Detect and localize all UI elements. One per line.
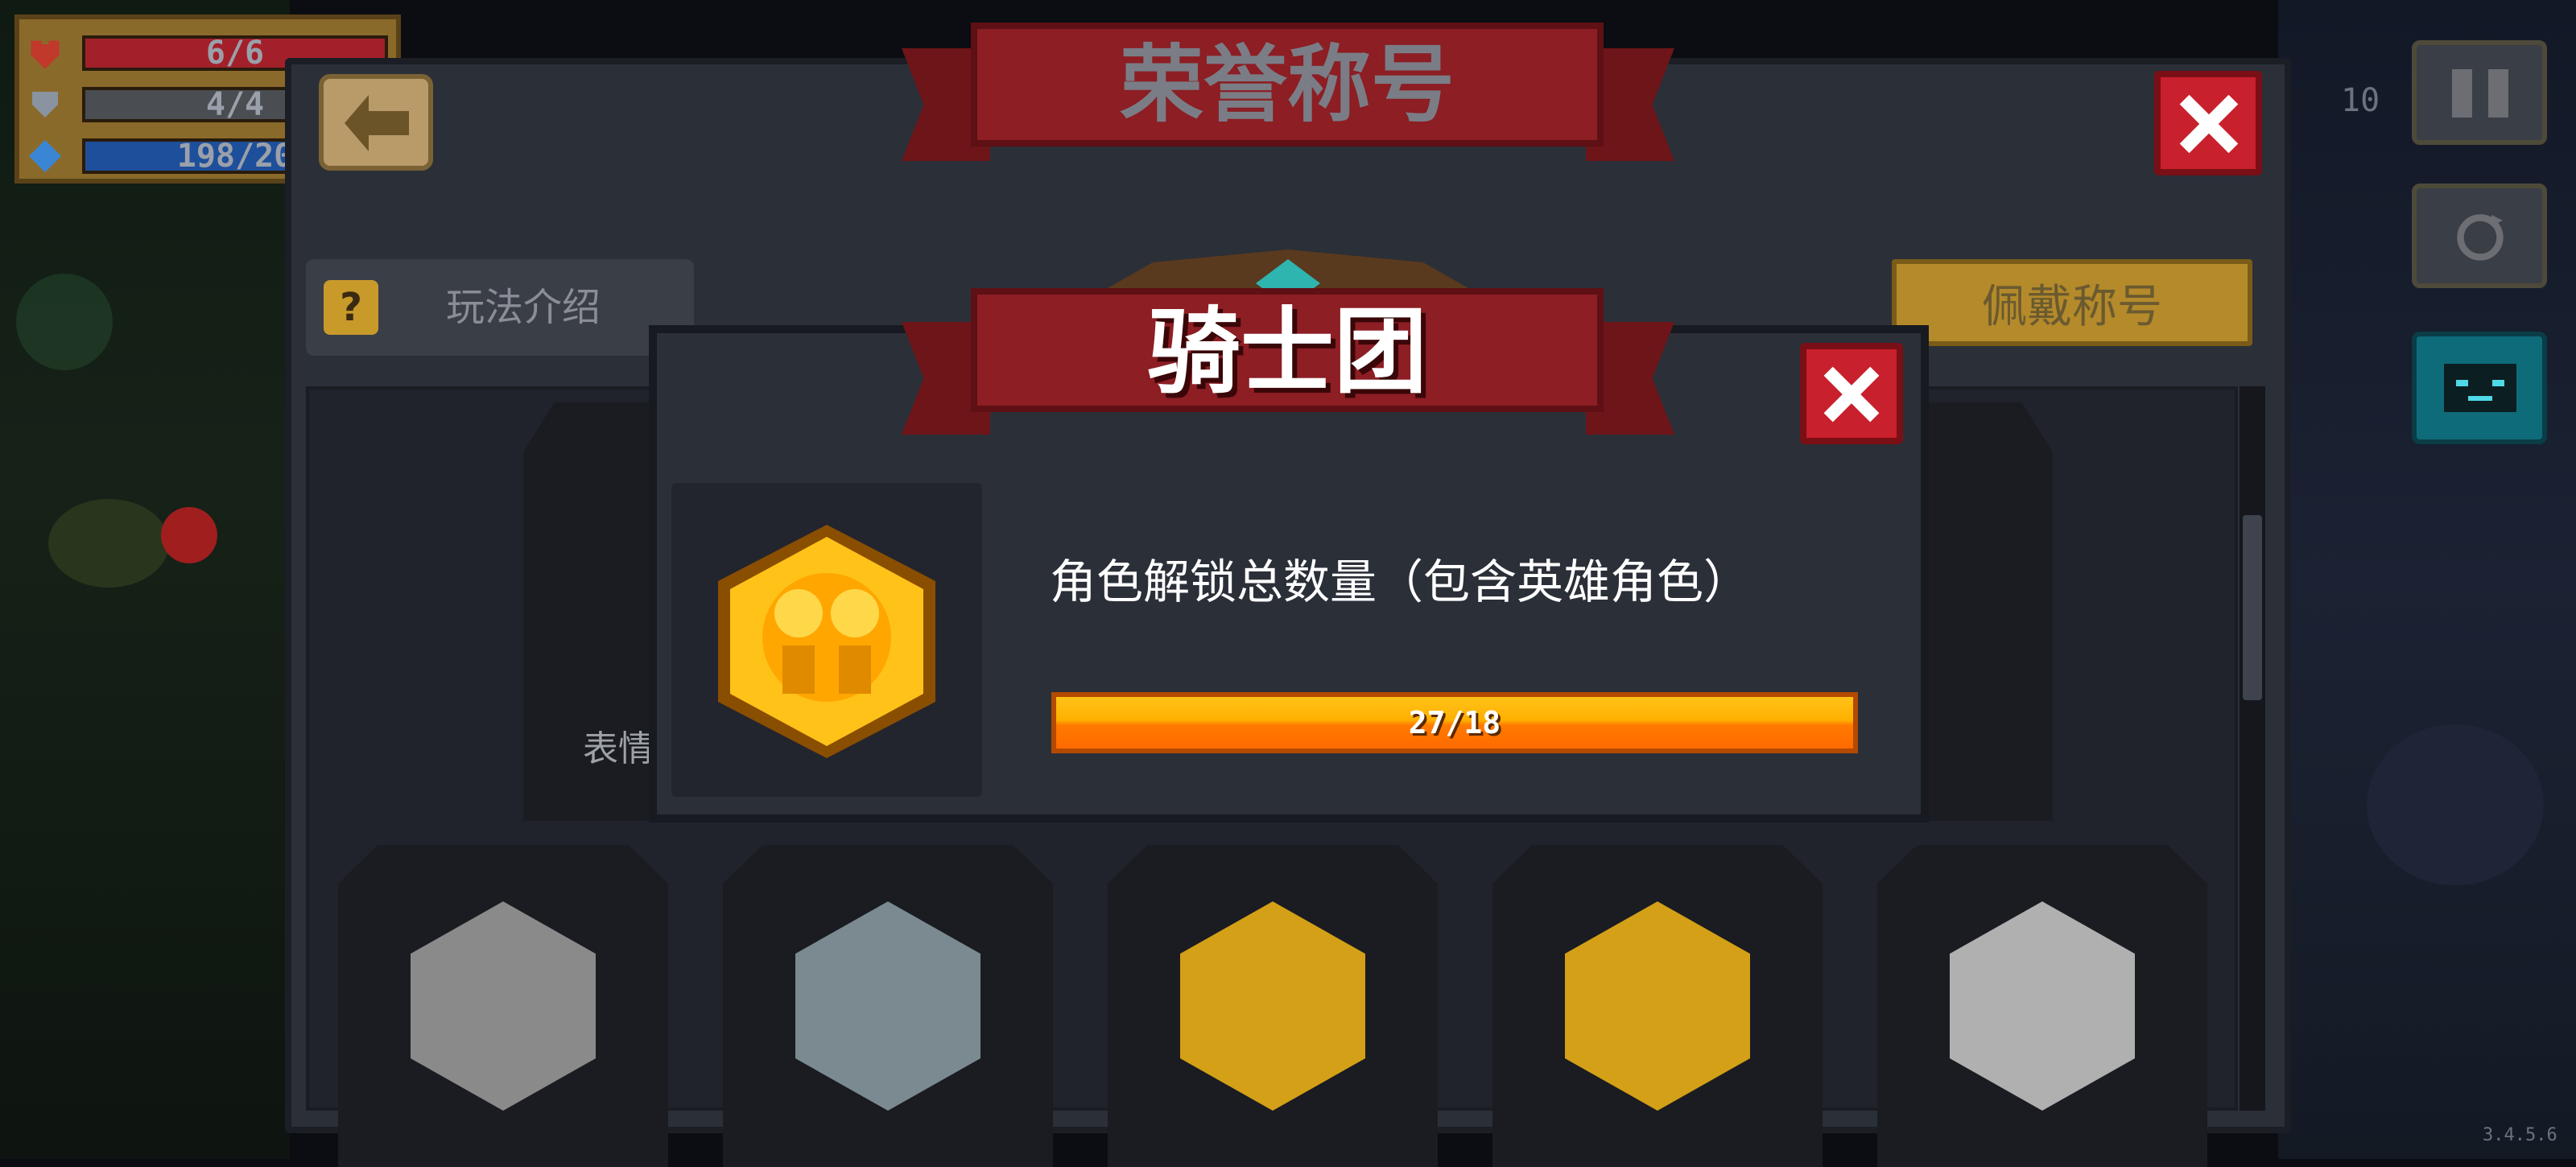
close-dialog-button[interactable] bbox=[1800, 343, 1903, 444]
progress-text: 27/18 bbox=[1408, 705, 1501, 740]
wear-title-button[interactable]: 佩戴称号 bbox=[1892, 259, 2252, 346]
title-card[interactable] bbox=[1108, 845, 1438, 1167]
scrollbar-thumb[interactable] bbox=[2243, 515, 2262, 700]
version-label: 3.4.5.6 bbox=[2483, 1125, 2557, 1145]
mushroom-decoration bbox=[161, 507, 217, 563]
character-sprite bbox=[2367, 724, 2544, 885]
knight-guild-badge-icon bbox=[718, 525, 935, 758]
bush-decoration bbox=[16, 274, 113, 370]
diamond-icon bbox=[29, 140, 61, 172]
back-button[interactable] bbox=[319, 74, 433, 171]
title-card[interactable] bbox=[338, 845, 668, 1167]
help-icon: ? bbox=[324, 280, 378, 335]
robot-face-icon bbox=[2444, 364, 2516, 412]
badge-icon bbox=[411, 901, 596, 1111]
badge-frame bbox=[671, 483, 982, 797]
dialog-title-ribbon: 骑士团 bbox=[971, 288, 1604, 412]
shield-icon bbox=[32, 92, 58, 118]
badge-icon bbox=[795, 901, 980, 1111]
game-background-right bbox=[2278, 0, 2576, 1159]
close-icon bbox=[1823, 366, 1880, 423]
card-label: 表情 bbox=[583, 728, 654, 769]
title-card[interactable] bbox=[723, 845, 1053, 1167]
achievement-progress-bar: 27/18 bbox=[1051, 692, 1858, 753]
title-card[interactable] bbox=[1492, 845, 1823, 1167]
badge-icon bbox=[1180, 901, 1365, 1111]
bush-decoration bbox=[48, 499, 169, 588]
close-icon bbox=[2179, 94, 2239, 154]
heart-icon bbox=[31, 40, 60, 69]
swap-weapon-button[interactable] bbox=[2412, 184, 2547, 288]
dialog-title: 骑士团 bbox=[1147, 298, 1427, 406]
pause-button[interactable] bbox=[2412, 40, 2547, 145]
back-icon bbox=[345, 95, 409, 151]
close-panel-button[interactable] bbox=[2154, 71, 2262, 175]
badge-icon bbox=[1950, 901, 2135, 1111]
title-card[interactable] bbox=[1877, 845, 2207, 1167]
wear-title-label: 佩戴称号 bbox=[1982, 280, 2162, 333]
badge-icon bbox=[1565, 901, 1750, 1111]
achievement-description: 角色解锁总数量（包含英雄角色） bbox=[1050, 555, 1751, 609]
panel-title: 荣誉称号 bbox=[1119, 35, 1455, 134]
panel-title-ribbon: 荣誉称号 bbox=[971, 23, 1604, 146]
help-button[interactable]: ? 玩法介绍 bbox=[306, 259, 694, 356]
swap-icon bbox=[2457, 214, 2504, 261]
skill-button[interactable] bbox=[2412, 332, 2547, 444]
help-label: 玩法介绍 bbox=[446, 285, 601, 330]
partial-counter: 10 bbox=[2341, 82, 2380, 119]
scrollbar-track[interactable] bbox=[2240, 386, 2265, 1111]
pause-icon bbox=[2452, 69, 2508, 118]
